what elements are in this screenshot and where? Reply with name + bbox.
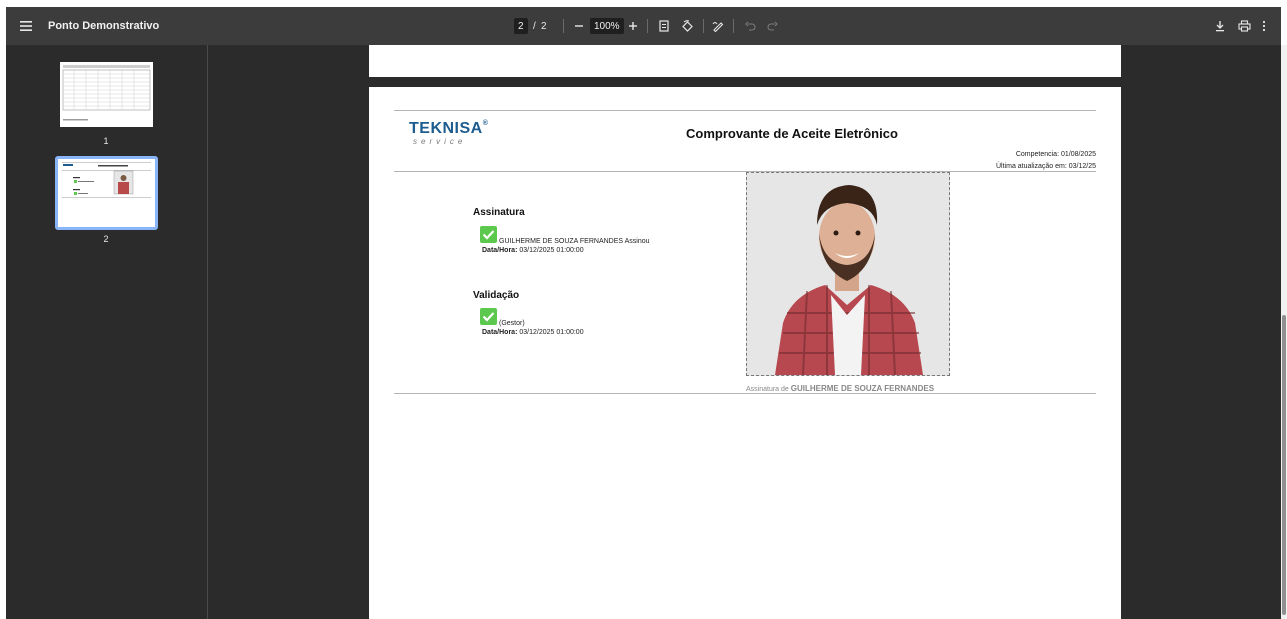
signature-date-label: Data/Hora:	[482, 247, 518, 254]
toolbar-divider	[647, 19, 648, 33]
undo-icon[interactable]	[742, 18, 758, 34]
document-viewer[interactable]: TEKNISA® service Comprovante de Aceite E…	[208, 45, 1281, 619]
page-separator: /	[533, 20, 536, 32]
validation-date-label: Data/Hora:	[482, 329, 518, 336]
company-logo: TEKNISA®	[409, 120, 488, 138]
toolbar-divider	[703, 19, 704, 33]
zoom-out-icon[interactable]	[571, 18, 587, 34]
page-thumbnail-1[interactable]	[60, 62, 153, 127]
last-update-text: Última atualização em: 03/12/25	[996, 163, 1096, 170]
zoom-in-icon[interactable]	[625, 18, 641, 34]
scrollbar-thumb[interactable]	[1282, 315, 1286, 615]
validation-check-icon	[480, 308, 497, 325]
menu-icon[interactable]	[18, 18, 34, 34]
signer-photo	[746, 172, 950, 376]
header-top-rule	[394, 110, 1096, 111]
page-thumbnail-2[interactable]	[58, 159, 155, 227]
signature-heading: Assinatura	[473, 207, 525, 218]
document-title: Ponto Demonstrativo	[48, 20, 160, 32]
signature-date-value: 03/12/2025 01:00:00	[519, 247, 584, 254]
pdf-page-2: TEKNISA® service Comprovante de Aceite E…	[369, 87, 1121, 619]
photo-caption-name: GUILHERME DE SOUZA FERNANDES	[790, 384, 935, 393]
download-icon[interactable]	[1212, 18, 1228, 34]
header-bottom-rule	[394, 171, 1096, 172]
toolbar-divider	[563, 19, 564, 33]
annotate-icon[interactable]	[710, 18, 726, 34]
page-thumbnail-label: 2	[103, 234, 109, 244]
pdf-page-1	[369, 45, 1121, 77]
competencia-text: Competencia: 01/08/2025	[1015, 151, 1096, 158]
zoom-level-input[interactable]: 100%	[590, 18, 624, 34]
brand-name: TEKNISA	[409, 120, 483, 137]
vertical-scrollbar[interactable]	[1281, 45, 1287, 619]
brand-tagline: service	[413, 137, 467, 146]
validation-heading: Validação	[473, 290, 520, 301]
validator-role-text: (Gestor)	[499, 320, 525, 327]
photo-caption: Assinatura de GUILHERME DE SOUZA FERNAND…	[746, 384, 934, 393]
rotate-icon[interactable]	[679, 18, 695, 34]
signature-check-icon	[480, 226, 497, 243]
pdf-viewer-app: Ponto Demonstrativo 2 / 2 100% 1 2 TEKNI…	[0, 0, 1287, 619]
toolbar-divider	[733, 19, 734, 33]
page-thumbnail-label: 1	[103, 136, 109, 146]
brand-mark: ®	[482, 120, 489, 127]
page-number-input[interactable]: 2	[514, 18, 528, 34]
print-icon[interactable]	[1236, 18, 1252, 34]
fit-page-icon[interactable]	[656, 18, 672, 34]
content-bottom-rule	[394, 393, 1096, 394]
validation-date-value: 03/12/2025 01:00:00	[519, 329, 584, 336]
validation-datetime: Data/Hora: 03/12/2025 01:00:00	[482, 329, 584, 336]
photo-caption-prefix: Assinatura de	[746, 386, 789, 393]
redo-icon[interactable]	[764, 18, 780, 34]
toolbar: Ponto Demonstrativo 2 / 2 100%	[6, 7, 1281, 45]
more-icon[interactable]	[1258, 18, 1270, 34]
document-title-heading: Comprovante de Aceite Eletrônico	[686, 126, 898, 141]
signer-name-text: GUILHERME DE SOUZA FERNANDES Assinou	[499, 238, 650, 245]
thumbnail-sidebar: 1 2	[6, 45, 208, 619]
total-pages: 2	[541, 20, 547, 32]
window-frame-top	[0, 0, 1287, 7]
signature-datetime: Data/Hora: 03/12/2025 01:00:00	[482, 247, 584, 254]
